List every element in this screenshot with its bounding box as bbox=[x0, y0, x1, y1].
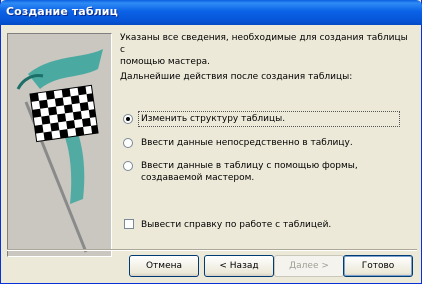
cancel-button[interactable]: Отмена bbox=[129, 255, 199, 277]
info-line-2: помощью мастера. bbox=[120, 57, 211, 67]
finish-button[interactable]: Готово bbox=[343, 255, 413, 277]
option-label: Изменить структуру таблицы. bbox=[141, 114, 286, 124]
next-button[interactable]: Далее > bbox=[274, 255, 344, 277]
radio-button[interactable] bbox=[123, 161, 133, 171]
next-actions-question: Дальнейшие действия после создания табли… bbox=[120, 72, 353, 82]
help-checkbox-row[interactable]: Вывести справку по работе с таблицей. bbox=[120, 218, 410, 234]
option-enter-data-directly[interactable]: Ввести данные непосредственно в таблицу. bbox=[120, 136, 410, 152]
radio-button-selected[interactable] bbox=[123, 114, 133, 124]
info-line-1: Указаны все сведения, необходимые для со… bbox=[120, 33, 408, 55]
option-modify-structure[interactable]: Изменить структуру таблицы. bbox=[120, 111, 410, 128]
help-checkbox-label: Вывести справку по работе с таблицей. bbox=[141, 220, 332, 230]
checkered-flag-icon bbox=[8, 34, 111, 256]
back-button[interactable]: < Назад bbox=[204, 255, 274, 277]
option-enter-data-via-form[interactable]: Ввести данные в таблицу с помощью формы,… bbox=[120, 159, 410, 187]
option-label: Ввести данные непосредственно в таблицу. bbox=[141, 138, 353, 148]
divider bbox=[7, 249, 417, 251]
help-checkbox[interactable] bbox=[124, 219, 134, 229]
radio-button[interactable] bbox=[123, 138, 133, 148]
dialog-content: Указаны все сведения, необходимые для со… bbox=[1, 25, 421, 283]
wizard-illustration bbox=[7, 33, 112, 257]
option-label: Ввести данные в таблицу с помощью формы,… bbox=[141, 160, 396, 184]
option-label-line-2: создаваемой мастером. bbox=[141, 173, 255, 183]
dialog-window: Создание таблиц Указаны все сведения, не… bbox=[0, 0, 422, 284]
info-text: Указаны все сведения, необходимые для со… bbox=[120, 32, 410, 68]
option-label-line-1: Ввести данные в таблицу с помощью формы, bbox=[141, 161, 358, 171]
window-title: Создание таблиц bbox=[6, 5, 118, 18]
title-bar[interactable]: Создание таблиц bbox=[0, 0, 422, 25]
